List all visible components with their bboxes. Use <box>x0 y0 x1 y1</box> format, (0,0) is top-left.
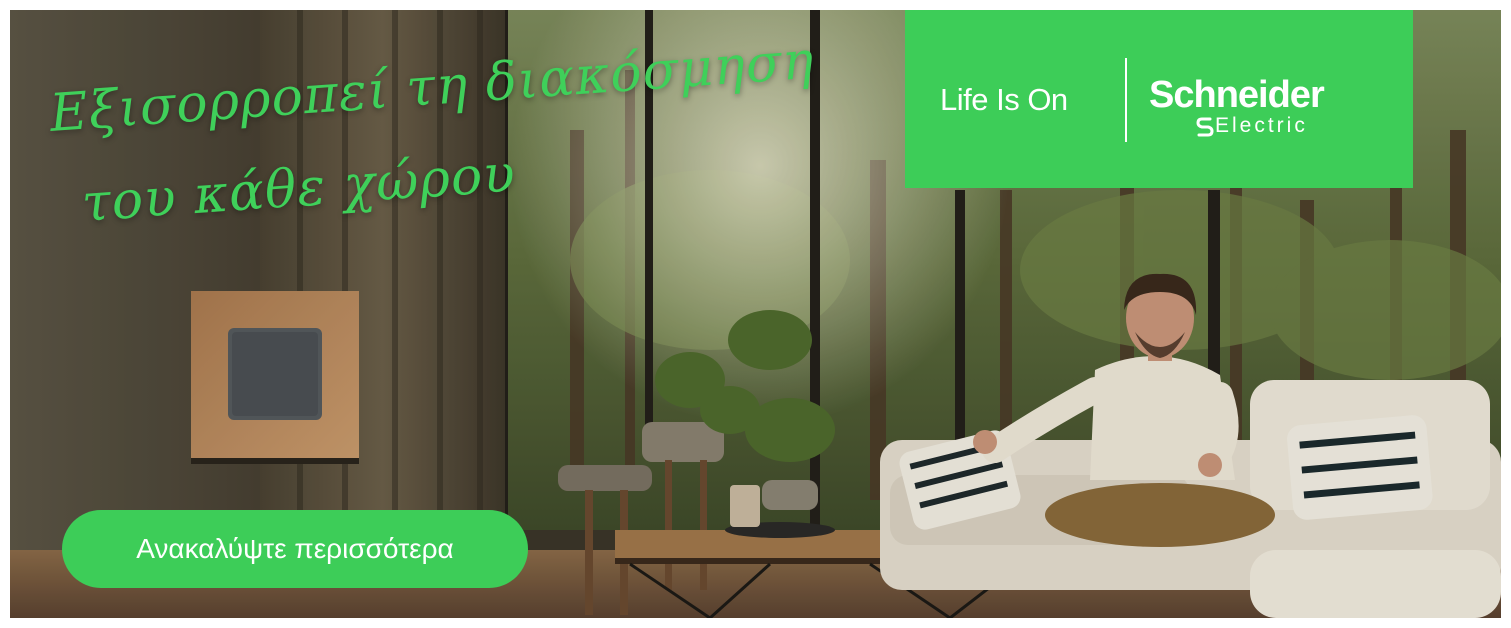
schneider-logo-mark-icon <box>1196 117 1214 137</box>
ad-banner[interactable]: Εξισορροπεί τη διακόσμηση του κάθε χώρου… <box>10 10 1501 618</box>
tagline: Life Is On <box>940 82 1068 117</box>
logo-panel: Life Is On Schneider Electric <box>905 10 1413 188</box>
discover-more-button[interactable]: Ανακαλύψτε περισσότερα <box>62 510 528 588</box>
logo-divider <box>1125 58 1127 142</box>
brand-name: Schneider <box>1149 74 1325 116</box>
brand-sub: Electric <box>1215 114 1308 137</box>
